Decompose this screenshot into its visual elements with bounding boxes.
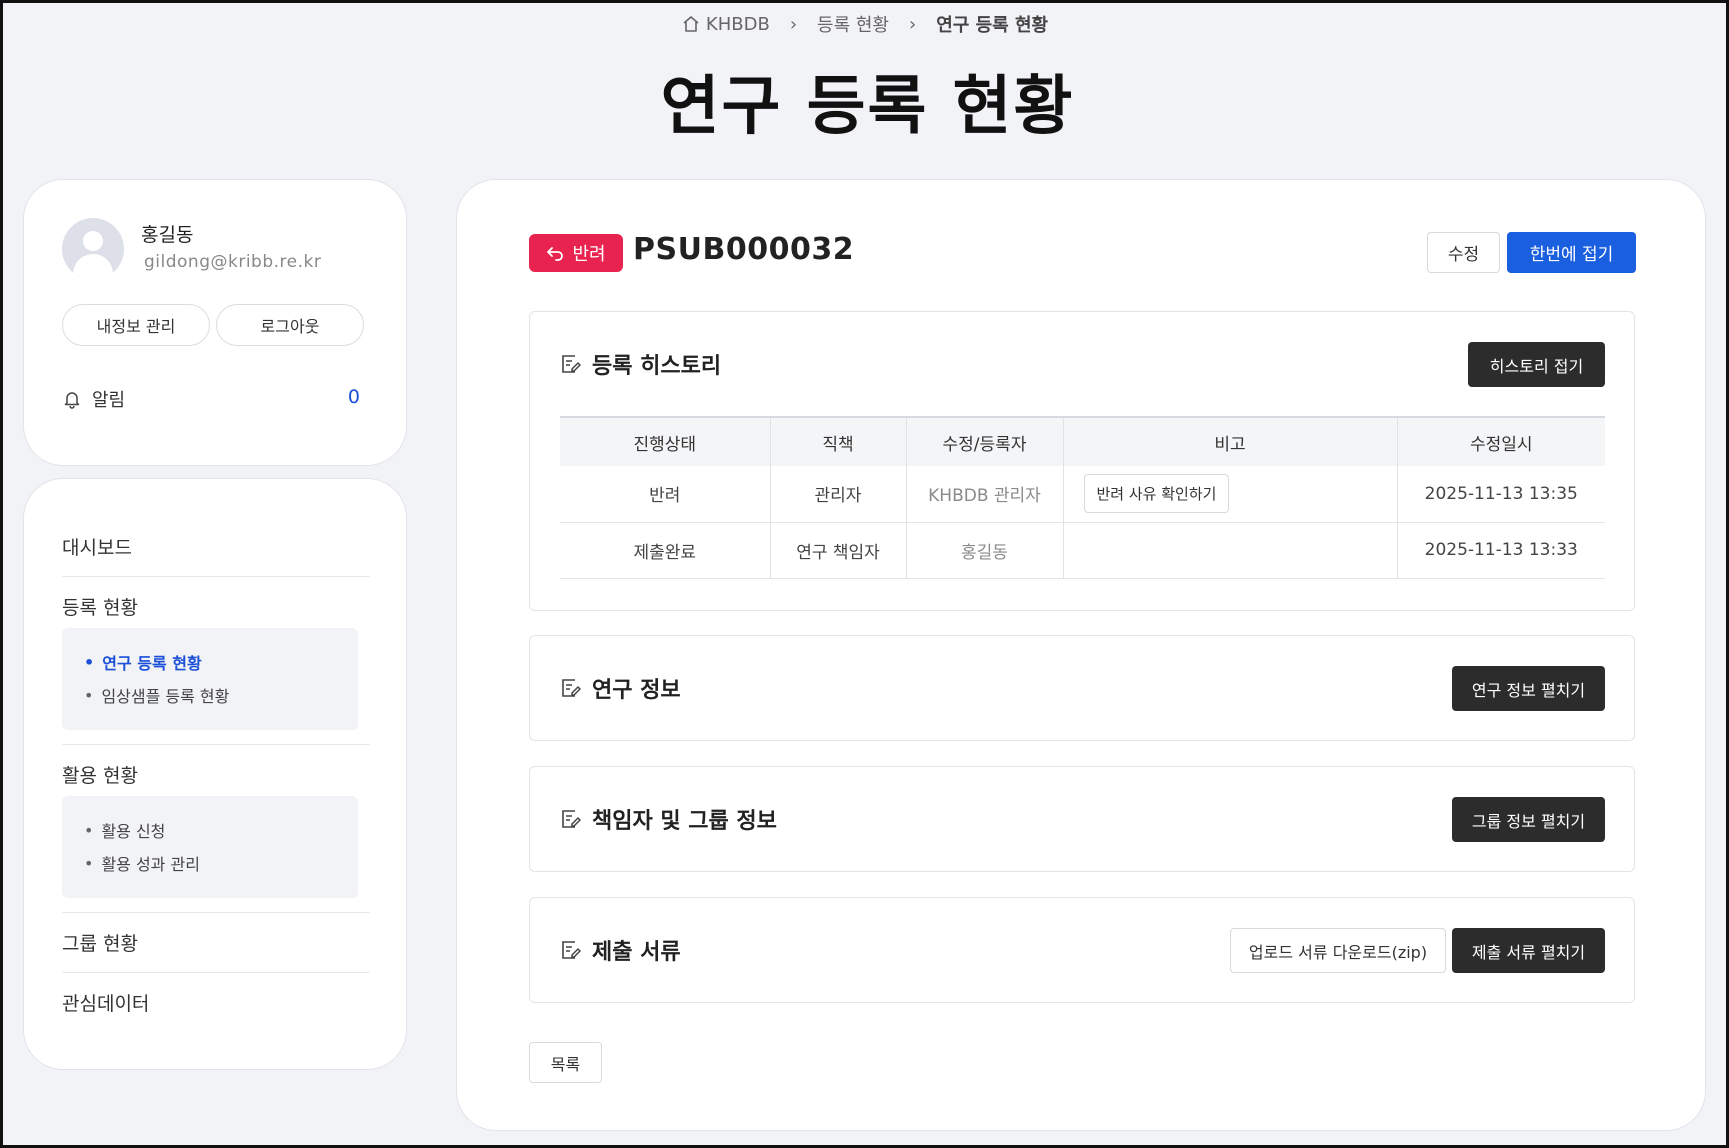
cell-editor: KHBDB 관리자 bbox=[906, 466, 1064, 523]
nav-divider bbox=[62, 744, 370, 745]
nav-divider bbox=[62, 576, 370, 577]
research-info-toggle-button[interactable]: 연구 정보 펼치기 bbox=[1452, 666, 1605, 711]
side-nav: 대시보드 등록 현황 • 연구 등록 현황 • 임상샘플 등록 현황 활용 현황… bbox=[23, 478, 407, 1070]
bullet-icon: • bbox=[84, 685, 94, 705]
cell-date: 2025-11-13 13:35 bbox=[1397, 466, 1605, 523]
avatar bbox=[62, 218, 124, 280]
rejection-reason-button[interactable]: 반려 사유 확인하기 bbox=[1083, 474, 1230, 514]
nav-interest-data[interactable]: 관심데이터 bbox=[62, 989, 149, 1016]
history-title-label: 등록 히스토리 bbox=[592, 354, 722, 379]
nav-item-clinical-sample[interactable]: • 임상샘플 등록 현황 bbox=[84, 683, 229, 707]
documents-panel: 제출 서류 업로드 서류 다운로드(zip) 제출 서류 펼치기 bbox=[529, 897, 1635, 1003]
documents-title: 제출 서류 bbox=[560, 934, 681, 966]
group-info-title-label: 책임자 및 그룹 정보 bbox=[592, 809, 777, 834]
download-zip-button[interactable]: 업로드 서류 다운로드(zip) bbox=[1230, 928, 1446, 973]
avatar-head bbox=[83, 231, 103, 251]
column-header: 비고 bbox=[1063, 416, 1398, 466]
nav-usage-submenu: • 활용 신청 • 활용 성과 관리 bbox=[62, 796, 358, 898]
cell-role: 관리자 bbox=[770, 466, 907, 523]
edit-note-icon bbox=[562, 679, 581, 697]
alarm-link[interactable]: 알림 bbox=[62, 386, 125, 412]
nav-usage[interactable]: 활용 현황 bbox=[62, 761, 138, 788]
status-badge: 반려 bbox=[529, 234, 623, 272]
logout-button[interactable]: 로그아웃 bbox=[216, 304, 364, 346]
status-label: 반려 bbox=[572, 244, 606, 265]
bullet-icon: • bbox=[84, 853, 94, 873]
history-table: 진행상태 직책 수정/등록자 비고 수정일시 반려 관리자 KHBDB 관리자 … bbox=[560, 416, 1605, 579]
research-info-panel: 연구 정보 연구 정보 펼치기 bbox=[529, 635, 1635, 741]
user-email: gildong@kribb.re.kr bbox=[144, 252, 322, 272]
home-icon bbox=[683, 16, 699, 32]
nav-item-label: 연구 등록 현황 bbox=[102, 654, 202, 673]
documents-title-label: 제출 서류 bbox=[592, 940, 681, 965]
cell-date: 2025-11-13 13:33 bbox=[1397, 522, 1605, 579]
edit-note-icon bbox=[562, 355, 581, 373]
nav-item-usage-results[interactable]: • 활용 성과 관리 bbox=[84, 851, 200, 875]
column-header: 진행상태 bbox=[560, 416, 771, 466]
nav-dashboard[interactable]: 대시보드 bbox=[62, 533, 132, 560]
cell-role: 연구 책임자 bbox=[770, 522, 907, 579]
breadcrumb-home-label: KHBDB bbox=[705, 13, 770, 35]
documents-toggle-button[interactable]: 제출 서류 펼치기 bbox=[1452, 928, 1605, 973]
bell-icon bbox=[64, 392, 80, 409]
history-panel: 등록 히스토리 히스토리 접기 진행상태 직책 수정/등록자 비고 수정일시 반… bbox=[529, 311, 1635, 611]
breadcrumb-separator: › bbox=[789, 13, 798, 35]
edit-button[interactable]: 수정 bbox=[1427, 232, 1500, 273]
table-row: 제출완료 연구 책임자 홍길동 2025-11-13 13:33 bbox=[560, 522, 1605, 579]
edit-note-icon bbox=[562, 941, 581, 959]
table-row: 반려 관리자 KHBDB 관리자 반려 사유 확인하기 2025-11-13 1… bbox=[560, 466, 1605, 523]
alarm-label: 알림 bbox=[92, 390, 126, 411]
nav-item-label: 임상샘플 등록 현황 bbox=[101, 687, 230, 706]
group-info-toggle-button[interactable]: 그룹 정보 펼치기 bbox=[1452, 797, 1605, 842]
breadcrumb-home[interactable]: KHBDB bbox=[682, 14, 770, 35]
table-header-row: 진행상태 직책 수정/등록자 비고 수정일시 bbox=[560, 416, 1605, 466]
breadcrumb: KHBDB › 등록 현황 › 연구 등록 현황 bbox=[3, 11, 1729, 37]
nav-divider bbox=[62, 972, 370, 973]
my-info-button[interactable]: 내정보 관리 bbox=[62, 304, 210, 346]
page-title: 연구 등록 현황 bbox=[660, 70, 1075, 144]
nav-item-label: 활용 신청 bbox=[101, 822, 166, 841]
group-info-title: 책임자 및 그룹 정보 bbox=[560, 803, 777, 835]
breadcrumb-separator: › bbox=[908, 13, 917, 35]
avatar-shoulders bbox=[73, 254, 113, 280]
group-info-panel: 책임자 및 그룹 정보 그룹 정보 펼치기 bbox=[529, 766, 1635, 872]
research-info-title: 연구 정보 bbox=[560, 672, 681, 704]
nav-item-research-registration[interactable]: • 연구 등록 현황 bbox=[84, 650, 202, 674]
profile-card: 홍길동 gildong@kribb.re.kr 내정보 관리 로그아웃 알림 0 bbox=[23, 179, 407, 466]
cell-editor: 홍길동 bbox=[906, 522, 1064, 579]
collapse-all-button[interactable]: 한번에 접기 bbox=[1507, 232, 1636, 273]
cell-note: 반려 사유 확인하기 bbox=[1063, 466, 1398, 523]
bullet-icon: • bbox=[84, 820, 94, 840]
return-icon bbox=[547, 247, 564, 261]
list-button[interactable]: 목록 bbox=[529, 1042, 602, 1083]
nav-group[interactable]: 그룹 현황 bbox=[62, 929, 138, 956]
research-info-title-label: 연구 정보 bbox=[592, 678, 681, 703]
edit-note-icon bbox=[562, 810, 581, 828]
nav-registration-submenu: • 연구 등록 현황 • 임상샘플 등록 현황 bbox=[62, 628, 358, 730]
record-id: PSUB000032 bbox=[633, 232, 855, 267]
nav-item-label: 활용 성과 관리 bbox=[101, 855, 200, 874]
cell-status: 반려 bbox=[560, 466, 771, 523]
history-title: 등록 히스토리 bbox=[560, 348, 721, 380]
column-header: 수정일시 bbox=[1397, 416, 1605, 466]
breadcrumb-current: 연구 등록 현황 bbox=[936, 15, 1049, 36]
cell-status: 제출완료 bbox=[560, 522, 771, 579]
alarm-count: 0 bbox=[347, 386, 360, 408]
column-header: 수정/등록자 bbox=[906, 416, 1064, 466]
user-name: 홍길동 bbox=[141, 224, 194, 246]
page-frame: KHBDB › 등록 현황 › 연구 등록 현황 연구 등록 현황 홍길동 gi… bbox=[0, 0, 1729, 1148]
column-header: 직책 bbox=[770, 416, 907, 466]
main-content: 반려 PSUB000032 수정 한번에 접기 등록 히스토리 히스토리 접기 bbox=[456, 179, 1706, 1131]
nav-item-usage-request[interactable]: • 활용 신청 bbox=[84, 818, 165, 842]
nav-divider bbox=[62, 912, 370, 913]
history-toggle-button[interactable]: 히스토리 접기 bbox=[1468, 342, 1605, 387]
cell-note bbox=[1063, 522, 1398, 579]
breadcrumb-level2[interactable]: 등록 현황 bbox=[817, 11, 889, 37]
nav-registration[interactable]: 등록 현황 bbox=[62, 593, 138, 620]
bullet-icon: • bbox=[84, 652, 95, 672]
